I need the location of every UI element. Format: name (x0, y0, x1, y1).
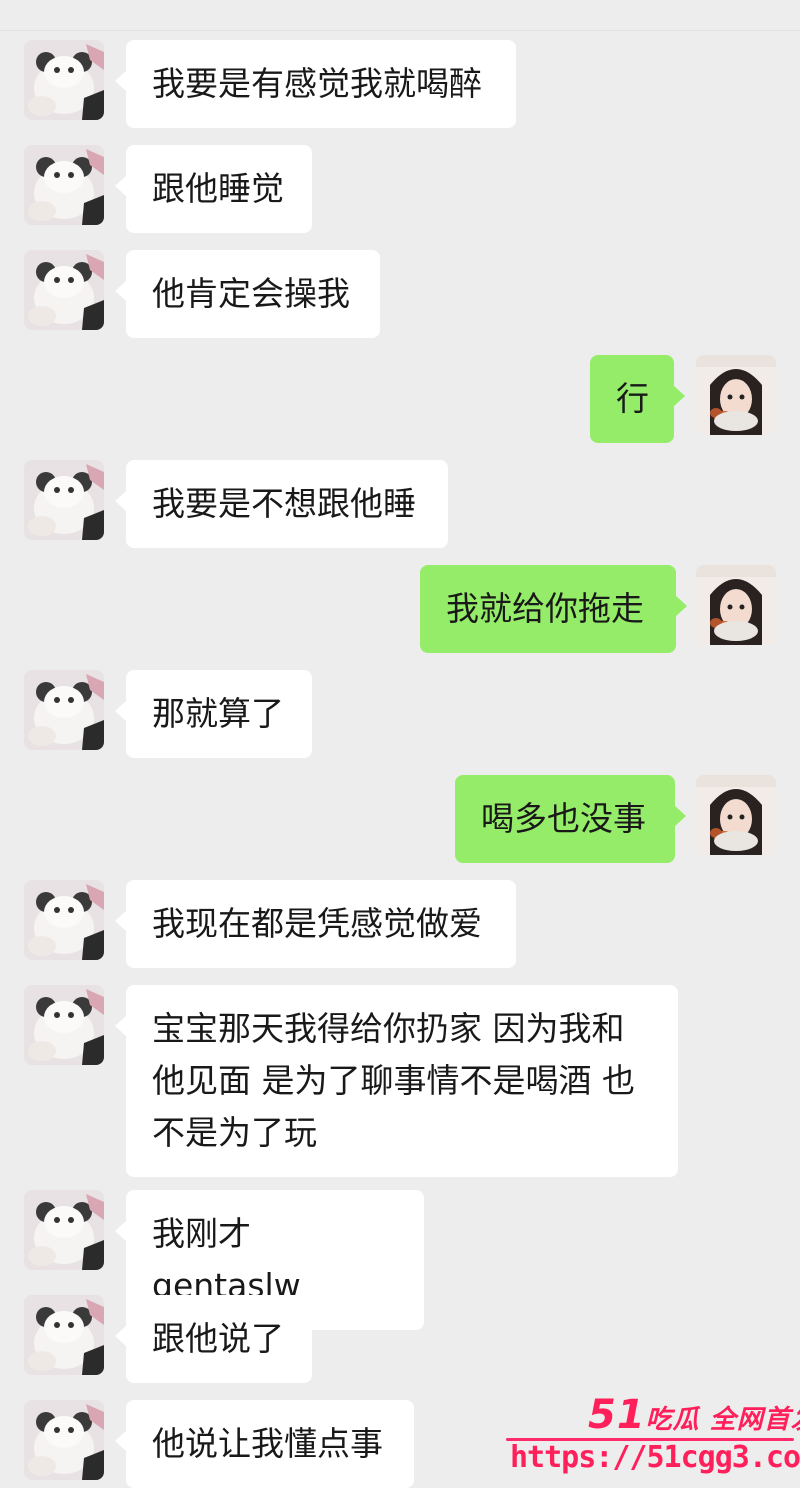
contact-avatar[interactable] (24, 1295, 104, 1375)
watermark-brand-text: 吃瓜 全网首发 (645, 1405, 800, 1435)
message-bubble[interactable]: 我要是有感觉我就喝醉 (115, 40, 516, 128)
my-avatar[interactable] (696, 775, 776, 855)
watermark-brand: 51吃瓜 全网首发 (588, 1392, 800, 1438)
contact-avatar[interactable] (24, 40, 104, 120)
contact-avatar[interactable] (24, 1400, 104, 1480)
message-bubble[interactable]: 我要是不想跟他睡 (115, 460, 448, 548)
contact-avatar[interactable] (24, 460, 104, 540)
message-bubble[interactable]: 行 (590, 355, 685, 443)
watermark: 51吃瓜 全网首发 https://51cgg3.com (500, 1390, 800, 1487)
message-bubble[interactable]: 宝宝那天我得给你扔家 因为我和 他见面 是为了聊事情不是喝酒 也 不是为了玩 (115, 985, 678, 1177)
message-bubble[interactable]: 跟他说了 (115, 1295, 312, 1383)
contact-avatar[interactable] (24, 1190, 104, 1270)
contact-avatar[interactable] (24, 880, 104, 960)
message-bubble[interactable]: 喝多也没事 (455, 775, 686, 863)
contact-avatar[interactable] (24, 670, 104, 750)
watermark-brand-number: 51 (588, 1392, 646, 1438)
contact-avatar[interactable] (24, 985, 104, 1065)
message-bubble[interactable]: 他肯定会操我 (115, 250, 380, 338)
top-divider (0, 0, 800, 31)
message-bubble[interactable]: 我现在都是凭感觉做爱 (115, 880, 516, 968)
message-bubble[interactable]: 我就给你拖走 (420, 565, 687, 653)
my-avatar[interactable] (696, 355, 776, 435)
contact-avatar[interactable] (24, 250, 104, 330)
contact-avatar[interactable] (24, 145, 104, 225)
message-bubble[interactable]: 他说让我懂点事 (115, 1400, 414, 1488)
message-bubble[interactable]: 跟他睡觉 (115, 145, 312, 233)
message-bubble[interactable]: 那就算了 (115, 670, 312, 758)
watermark-url: https://51cgg3.com (510, 1440, 800, 1475)
my-avatar[interactable] (696, 565, 776, 645)
